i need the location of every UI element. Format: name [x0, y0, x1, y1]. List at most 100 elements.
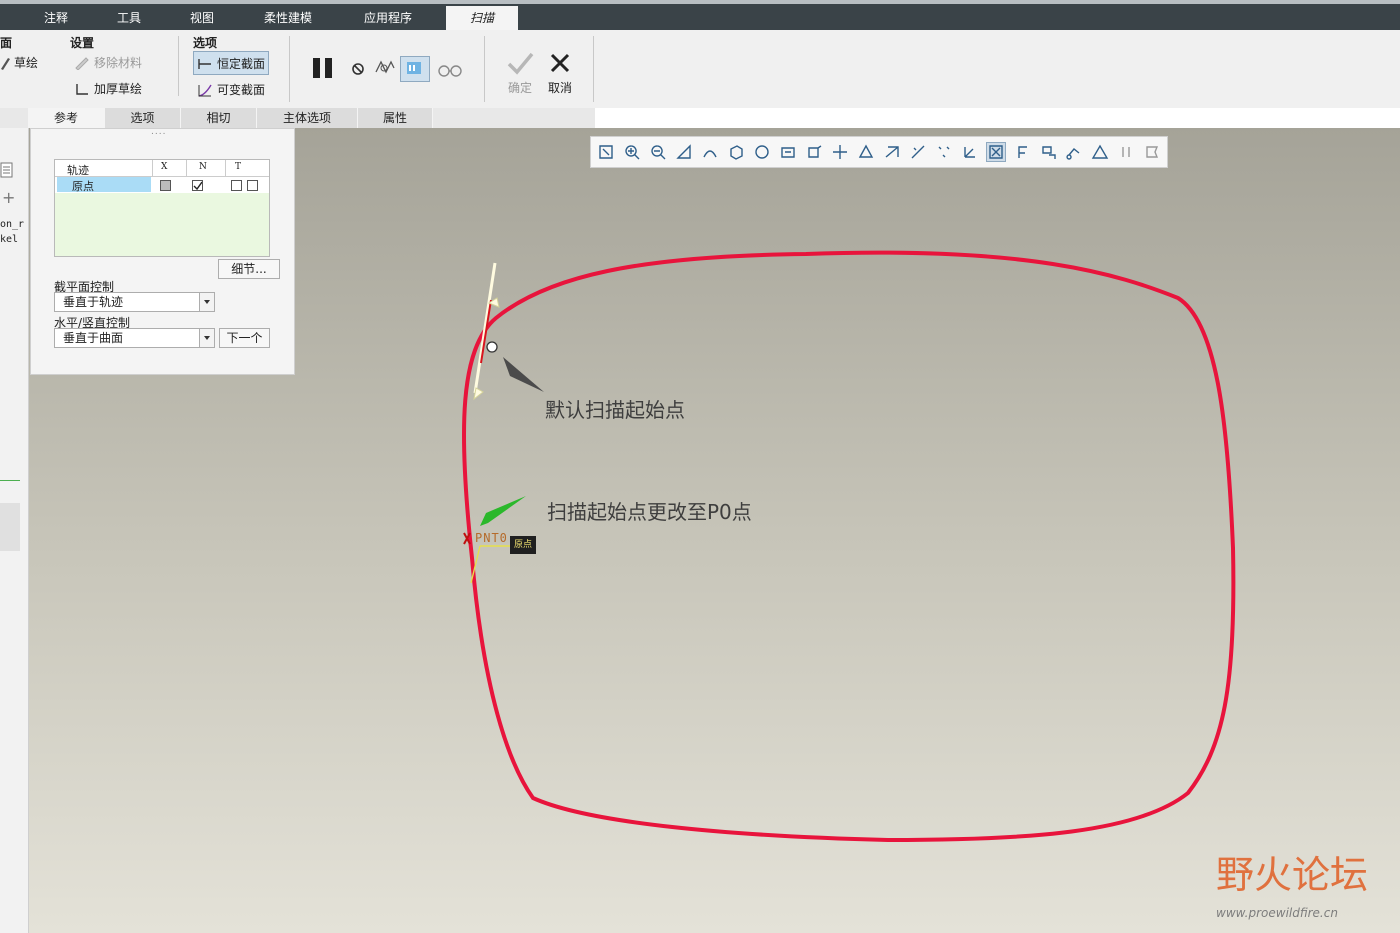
col-t: T: [235, 162, 242, 172]
row-name: 原点: [72, 180, 94, 193]
tab-sweep[interactable]: 扫描: [446, 6, 518, 30]
preview-geometry-icon[interactable]: [374, 58, 396, 78]
variable-section-toggle[interactable]: 可变截面: [197, 81, 265, 98]
variable-section-label: 可变截面: [217, 83, 266, 97]
tab-annotate[interactable]: 注释: [30, 6, 82, 30]
view-manager-icon[interactable]: [779, 143, 797, 161]
ok-label: 确定: [507, 81, 532, 95]
watermark-title: 野火论坛: [1216, 853, 1369, 897]
thicken-icon: [76, 83, 88, 95]
tab-flexible-modeling[interactable]: 柔性建模: [250, 6, 326, 30]
callout-arrow-gray: [503, 357, 544, 392]
tree-text-2: kel: [0, 234, 19, 245]
col-n: N: [199, 162, 207, 172]
separator: [178, 36, 179, 96]
panel-grip[interactable]: ....: [151, 127, 166, 137]
saved-views-icon[interactable]: [753, 143, 771, 161]
document-icon[interactable]: [0, 162, 14, 178]
n-checkbox[interactable]: [192, 180, 203, 191]
section-plane-select[interactable]: 垂直于轨迹: [54, 292, 215, 312]
tab-applications[interactable]: 应用程序: [350, 6, 426, 30]
datum-planes-icon[interactable]: [883, 143, 901, 161]
section-plane-value: 垂直于轨迹: [63, 295, 124, 309]
variable-section-icon: [198, 84, 212, 97]
separator: [593, 36, 594, 102]
tab-view[interactable]: 视图: [176, 6, 228, 30]
network-icon[interactable]: [1065, 143, 1083, 161]
ribbon-tab-bar: 注释 工具 视图 柔性建模 应用程序 扫描: [0, 0, 1400, 30]
warning-icon[interactable]: [1091, 143, 1109, 161]
subtab-references[interactable]: 参考: [28, 108, 105, 128]
perspective-icon[interactable]: [805, 143, 823, 161]
subtab-body-options[interactable]: 主体选项: [257, 108, 358, 128]
t-checkbox-1[interactable]: [231, 180, 242, 191]
hv-control-value: 垂直于曲面: [63, 331, 124, 345]
ok-button[interactable]: 确定: [502, 50, 538, 96]
window-border: [0, 0, 1400, 4]
table-row[interactable]: 原点: [55, 177, 269, 193]
subtab-properties[interactable]: 属性: [358, 108, 433, 128]
tree-text-1: on_r: [0, 219, 25, 230]
pause-icon[interactable]: [1117, 143, 1135, 161]
separator: [484, 36, 485, 102]
preview-feature-icon: [407, 62, 421, 74]
pause-icon[interactable]: [310, 56, 336, 80]
preview-feature-toggle[interactable]: [400, 56, 430, 82]
remove-material-button[interactable]: 移除材料: [74, 54, 142, 71]
point-tags-icon[interactable]: [986, 142, 1006, 162]
sketch-label: 草绘: [14, 56, 39, 70]
details-button[interactable]: 细节...: [218, 259, 280, 279]
add-icon[interactable]: +: [2, 188, 15, 207]
col-divider: [152, 160, 153, 176]
no-preview-icon[interactable]: [350, 61, 366, 77]
references-panel: .... 轨迹 X N T 原点 细节... 截平面控制 垂直于轨迹 水平/竖直…: [30, 127, 295, 375]
repaint-icon[interactable]: [675, 143, 693, 161]
tab-tools[interactable]: 工具: [103, 6, 155, 30]
zoom-out-icon[interactable]: [649, 143, 667, 161]
t-checkbox-2[interactable]: [247, 180, 258, 191]
refit-icon[interactable]: [597, 143, 615, 161]
annotation-changed-start: 扫描起始点更改至P0点: [547, 500, 752, 524]
subtab-spacer: [0, 108, 29, 128]
shading-icon[interactable]: [701, 143, 719, 161]
subtab-options[interactable]: 选项: [105, 108, 181, 128]
watermark-url: www.proewildfire.cn: [1216, 906, 1338, 920]
datum-points-icon[interactable]: [935, 143, 953, 161]
csys-icon[interactable]: [961, 143, 979, 161]
chevron-down-icon: [199, 293, 214, 311]
zoom-in-icon[interactable]: [623, 143, 641, 161]
cancel-button[interactable]: 取消: [542, 50, 578, 96]
cancel-label: 取消: [547, 81, 572, 95]
standard-orientation-icon[interactable]: [727, 143, 745, 161]
settings-group-title: 设置: [70, 36, 95, 50]
checkmark-icon: [507, 52, 534, 75]
display-style-icon[interactable]: [857, 143, 875, 161]
ribbon: 面 草绘 设置 移除材料 加厚草绘 选项 恒定截面 可变截面 确定 取消: [0, 30, 1400, 108]
hv-control-select[interactable]: 垂直于曲面: [54, 328, 215, 348]
thicken-sketch-button[interactable]: 加厚草绘: [74, 80, 142, 97]
start-point-handle[interactable]: [486, 341, 498, 353]
arrow-head-bottom: [473, 387, 484, 401]
view-toolbar: [590, 136, 1168, 168]
trajectory-curve[interactable]: [461, 250, 1236, 843]
next-button[interactable]: 下一个: [219, 328, 270, 348]
constant-section-toggle[interactable]: 恒定截面: [193, 51, 270, 75]
x-checkbox[interactable]: [160, 180, 171, 191]
verify-glasses-icon[interactable]: [436, 60, 464, 78]
flag-icon[interactable]: [1143, 143, 1161, 161]
annotation-display-icon[interactable]: [1013, 143, 1031, 161]
table-header: 轨迹 X N T: [55, 160, 269, 177]
point-leader-line: [470, 545, 510, 584]
point-label-pnt0[interactable]: PNT0: [475, 531, 508, 545]
options-group-title: 选项: [193, 36, 218, 50]
origin-tag: 原点: [510, 536, 536, 554]
remove-material-icon: [75, 56, 89, 70]
spin-center-icon[interactable]: [831, 143, 849, 161]
spin-icon[interactable]: [1039, 143, 1057, 161]
datum-axes-icon[interactable]: [909, 143, 927, 161]
subtab-tangency[interactable]: 相切: [181, 108, 257, 128]
pencil-icon: [1, 57, 10, 70]
col-trajectory: 轨迹: [67, 164, 89, 177]
model-tree-strip: + on_r kel: [0, 128, 29, 933]
sketch-button[interactable]: 草绘: [0, 54, 38, 71]
